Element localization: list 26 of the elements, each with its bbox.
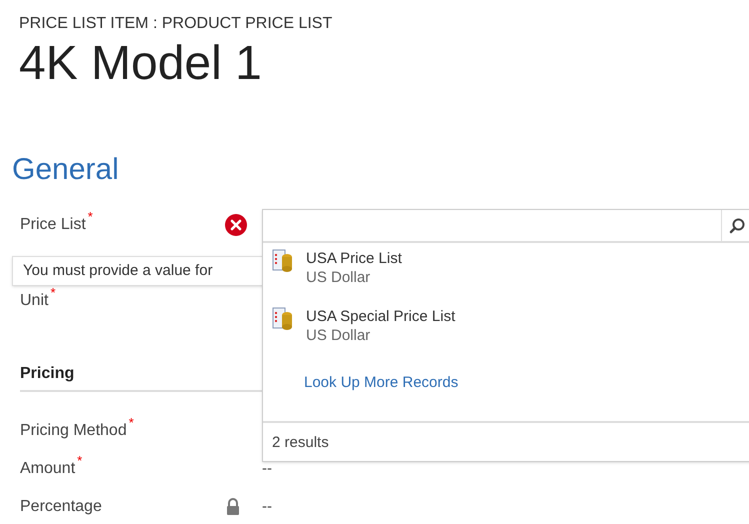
lookup-result[interactable]: USA Special Price List US Dollar xyxy=(272,307,749,365)
required-mark: * xyxy=(50,284,56,302)
record-title: 4K Model 1 xyxy=(19,36,263,92)
field-value: -- xyxy=(262,458,272,479)
section-title: General xyxy=(12,152,120,188)
field-label: Unit xyxy=(20,291,48,311)
price-list-icon xyxy=(272,307,294,331)
lookup-result[interactable]: USA Price List US Dollar xyxy=(272,249,749,307)
search-icon xyxy=(728,218,744,234)
section-heading: Pricing xyxy=(20,365,74,382)
result-name: USA Special Price List xyxy=(306,307,456,326)
field-label: Price List xyxy=(20,215,86,235)
result-currency: US Dollar xyxy=(306,268,372,287)
look-up-more-link[interactable]: Look Up More Records xyxy=(304,374,458,391)
required-mark: * xyxy=(88,208,93,226)
field-label: Pricing Method xyxy=(20,421,127,441)
entity-label: PRICE LIST ITEM : PRODUCT PRICE LIST xyxy=(19,14,334,34)
required-mark: * xyxy=(128,414,134,432)
field-value: -- xyxy=(262,496,272,517)
result-name: USA Price List xyxy=(306,249,402,268)
result-currency: US Dollar xyxy=(306,326,372,345)
field-label: Percentage xyxy=(20,497,102,517)
result-count: 2 results xyxy=(272,434,329,451)
field-label: Amount xyxy=(20,459,76,479)
price-list-icon xyxy=(272,249,294,273)
required-mark: * xyxy=(77,452,82,470)
